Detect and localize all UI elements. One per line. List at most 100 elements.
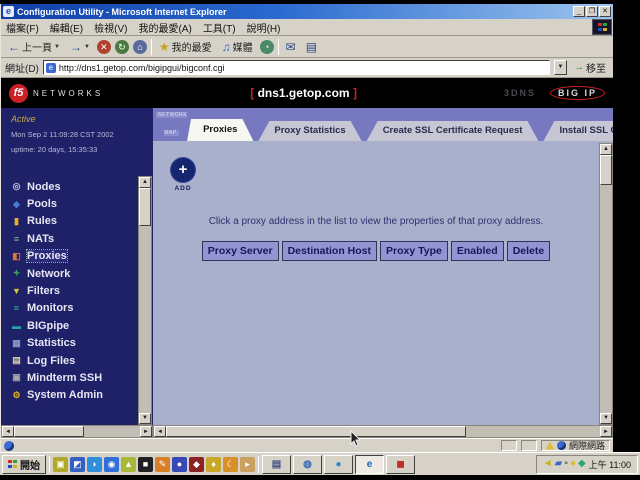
sidebar-item[interactable]: ▤ Log Files bbox=[11, 352, 133, 369]
taskbar-task-button[interactable]: ● bbox=[324, 455, 353, 474]
quicklaunch-icon[interactable]: ● bbox=[172, 457, 187, 472]
quicklaunch-icon[interactable]: ♦ bbox=[206, 457, 221, 472]
stop-button[interactable]: ✕ bbox=[97, 40, 111, 54]
scroll-down-icon[interactable]: ▼ bbox=[139, 413, 151, 424]
sidebar-vertical-scrollbar[interactable]: ▲ ▼ bbox=[138, 176, 152, 425]
taskbar-task-button[interactable]: ▤ bbox=[262, 455, 291, 474]
task-buttons: ▤ ◍ ● e ◼ bbox=[262, 455, 415, 474]
favorites-button[interactable]: ★ 我的最愛 bbox=[156, 38, 215, 55]
quicklaunch-icon[interactable]: ✎ bbox=[155, 457, 170, 472]
table-header-cell[interactable]: Destination Host bbox=[282, 241, 377, 261]
scroll-thumb[interactable] bbox=[139, 188, 151, 226]
history-button[interactable]: ◔ bbox=[260, 40, 274, 54]
sidebar-item[interactable]: ▣ Mindterm SSH bbox=[11, 369, 133, 386]
table-header-cell[interactable]: Proxy Type bbox=[380, 241, 448, 261]
print-icon: ▤ bbox=[306, 41, 317, 53]
scroll-up-icon[interactable]: ▲ bbox=[600, 144, 612, 155]
media-button[interactable]: ♫ 媒體 bbox=[219, 38, 256, 55]
quicklaunch-icon[interactable]: ◗ bbox=[87, 457, 102, 472]
screen: e Configuration Utility - Microsoft Inte… bbox=[0, 0, 640, 480]
table-header-cell[interactable]: Proxy Server bbox=[202, 241, 279, 261]
quicklaunch-icon[interactable]: ▸ bbox=[240, 457, 255, 472]
main-vertical-scrollbar[interactable]: ▲ ▼ bbox=[599, 143, 613, 425]
sidebar-item[interactable]: ◧ Proxies bbox=[11, 248, 133, 265]
scroll-down-icon[interactable]: ▼ bbox=[600, 413, 612, 424]
quicklaunch-icon[interactable]: ◩ bbox=[70, 457, 85, 472]
sidebar-item[interactable]: ▮ Rules bbox=[11, 213, 133, 230]
scroll-left-icon[interactable]: ◄ bbox=[2, 426, 14, 437]
windows-logo-throbber bbox=[592, 19, 612, 35]
taskbar-task-button[interactable]: ◼ bbox=[386, 455, 415, 474]
sidebar-item[interactable]: ≈ Monitors bbox=[11, 300, 133, 317]
task-icon: e bbox=[367, 459, 373, 470]
3dns-label[interactable]: 3DNS bbox=[504, 88, 536, 98]
address-input[interactable]: e http://dns1.getop.com/bigipgui/bigconf… bbox=[43, 60, 550, 75]
menu-item[interactable]: 我的最愛(A) bbox=[138, 20, 191, 35]
scroll-up-icon[interactable]: ▲ bbox=[139, 177, 151, 188]
scroll-thumb[interactable] bbox=[166, 426, 466, 437]
print-button[interactable]: ▤ bbox=[303, 40, 320, 54]
sidebar-item[interactable]: ≡ NATs bbox=[11, 230, 133, 247]
scroll-right-icon[interactable]: ► bbox=[600, 426, 612, 437]
tab[interactable]: Proxy Statistics bbox=[258, 121, 361, 141]
menu-item[interactable]: 檔案(F) bbox=[6, 20, 39, 35]
address-dropdown-button[interactable]: ▼ bbox=[554, 60, 567, 75]
sidebar-item[interactable]: ▼ Filters bbox=[11, 282, 133, 299]
instruction-text: Click a proxy address in the list to vie… bbox=[153, 216, 599, 227]
table-header-cell[interactable]: Enabled bbox=[451, 241, 504, 261]
sidebar-item[interactable]: ▦ Statistics bbox=[11, 335, 133, 352]
refresh-button[interactable]: ↻ bbox=[115, 40, 129, 54]
sidebar-item[interactable]: ⚙ System Admin bbox=[11, 387, 133, 404]
network-map-button[interactable]: NETWORK MAP bbox=[156, 108, 187, 141]
title-bar[interactable]: e Configuration Utility - Microsoft Inte… bbox=[1, 4, 613, 19]
bracket-open: [ bbox=[250, 86, 254, 100]
menu-item[interactable]: 檢視(V) bbox=[94, 20, 127, 35]
back-dropdown-icon[interactable]: ▼ bbox=[54, 44, 60, 50]
back-button[interactable]: ← 上一頁 ▼ bbox=[5, 38, 63, 55]
scroll-right-icon[interactable]: ► bbox=[140, 426, 152, 437]
menu-item[interactable]: 說明(H) bbox=[247, 20, 281, 35]
task-icon: ● bbox=[335, 459, 341, 470]
quicklaunch-icon[interactable]: ■ bbox=[138, 457, 153, 472]
menu-item[interactable]: 編輯(E) bbox=[50, 20, 83, 35]
home-button[interactable]: ⌂ bbox=[133, 40, 147, 54]
add-proxy-button[interactable]: + ADD bbox=[167, 157, 199, 192]
close-button[interactable]: ✕ bbox=[599, 6, 611, 17]
sidebar-horizontal-scrollbar[interactable]: ◄ ► bbox=[1, 425, 153, 438]
tab[interactable]: Create SSL Certificate Request bbox=[367, 121, 539, 141]
sidebar-item[interactable]: ▬ BIGpipe bbox=[11, 317, 133, 334]
tab[interactable]: Install SSL Certif bbox=[543, 121, 613, 141]
tray-icon[interactable]: ● bbox=[570, 459, 576, 469]
forward-dropdown-icon[interactable]: ▼ bbox=[84, 44, 90, 50]
quicklaunch-icon[interactable]: ◉ bbox=[104, 457, 119, 472]
tray-icon[interactable]: ▰ bbox=[555, 459, 563, 469]
taskbar-clock[interactable]: 上午 11:00 bbox=[589, 458, 631, 471]
sidebar-item[interactable]: ◆ Pools bbox=[11, 195, 133, 212]
scroll-left-icon[interactable]: ◄ bbox=[154, 426, 166, 437]
tray-icon[interactable]: ◆ bbox=[578, 459, 586, 469]
sidebar-item[interactable]: ◎ Nodes bbox=[11, 178, 133, 195]
minimize-button[interactable]: _ bbox=[573, 6, 585, 17]
quicklaunch-icon[interactable]: ▣ bbox=[53, 457, 68, 472]
main-horizontal-scrollbar[interactable]: ◄ ► bbox=[153, 425, 613, 438]
scroll-thumb[interactable] bbox=[600, 155, 612, 185]
go-button[interactable]: → 移至 bbox=[571, 60, 609, 75]
maximize-button[interactable]: ❐ bbox=[586, 6, 598, 17]
tray-icon[interactable]: ◄ bbox=[543, 459, 553, 469]
sidebar-item[interactable]: ✦ Network bbox=[11, 265, 133, 282]
menu-item[interactable]: 工具(T) bbox=[203, 20, 236, 35]
forward-icon: → bbox=[70, 41, 82, 53]
scroll-thumb[interactable] bbox=[14, 426, 84, 437]
quicklaunch-icon[interactable]: ◆ bbox=[189, 457, 204, 472]
forward-button[interactable]: → ▼ bbox=[67, 40, 93, 54]
taskbar-task-button[interactable]: e bbox=[355, 455, 384, 474]
start-button[interactable]: 開始 bbox=[2, 455, 46, 474]
table-header-cell[interactable]: Delete bbox=[507, 241, 551, 261]
bigip-badge[interactable]: BIG IP bbox=[550, 86, 605, 100]
taskbar-task-button[interactable]: ◍ bbox=[293, 455, 322, 474]
tray-icon[interactable]: ▪ bbox=[564, 459, 568, 469]
tab[interactable]: Proxies bbox=[187, 119, 253, 141]
quicklaunch-icon[interactable]: ☾ bbox=[223, 457, 238, 472]
quicklaunch-icon[interactable]: ▲ bbox=[121, 457, 136, 472]
mail-button[interactable]: ✉ bbox=[283, 40, 299, 54]
